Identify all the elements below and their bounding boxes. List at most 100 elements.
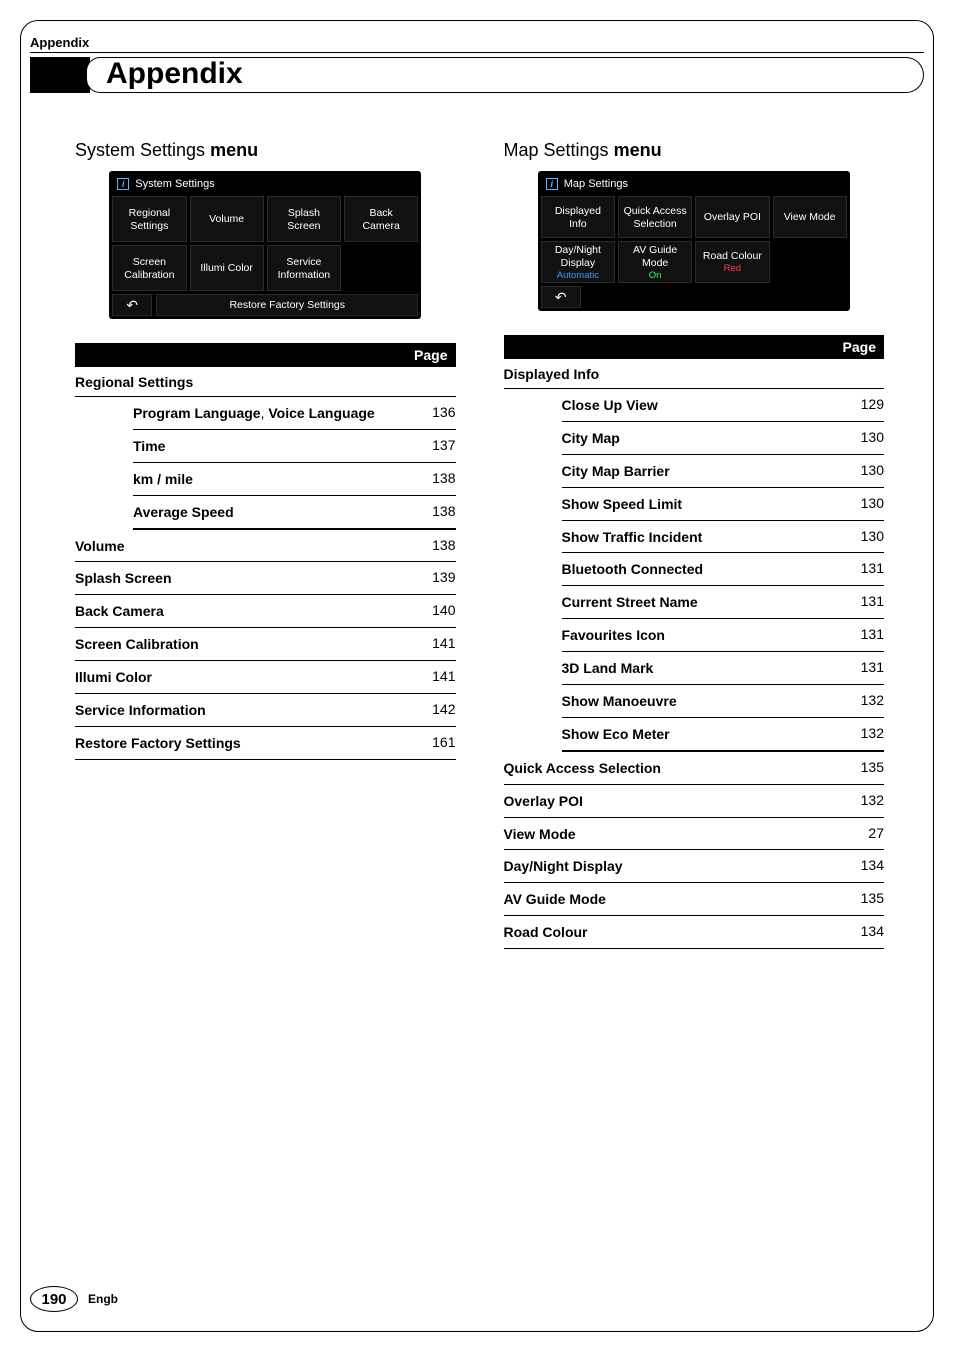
- screenshot-button: DisplayedInfo: [541, 196, 615, 238]
- screenshot-button: View Mode: [773, 196, 847, 238]
- screenshot-title: i System Settings: [109, 175, 421, 196]
- table-row: Current Street Name131: [562, 586, 885, 619]
- page-column-header: Page: [504, 335, 885, 359]
- table-row: Back Camera140: [75, 595, 456, 628]
- section-label: Appendix: [30, 35, 924, 53]
- title-cap-left: [86, 57, 100, 93]
- row-page: 130: [842, 462, 884, 478]
- chapter-title-row: Appendix: [30, 57, 924, 93]
- row-label: City Map: [562, 429, 843, 448]
- row-label: Service Information: [75, 701, 414, 720]
- row-page: 137: [414, 437, 456, 453]
- row-label: Splash Screen: [75, 569, 414, 588]
- footer-spacer: [585, 286, 847, 308]
- system-settings-heading: System Settings menu: [75, 140, 456, 161]
- row-page: 140: [414, 602, 456, 618]
- table-row: Restore Factory Settings161: [75, 727, 456, 760]
- restore-factory-button: Restore Factory Settings: [156, 294, 418, 316]
- row-label: Illumi Color: [75, 668, 414, 687]
- table-row: Close Up View129: [562, 389, 885, 422]
- row-label: Overlay POI: [504, 792, 843, 811]
- row-page: 141: [414, 635, 456, 651]
- row-page: 139: [414, 569, 456, 585]
- row-label: View Mode: [504, 825, 843, 844]
- heading-bold: menu: [210, 140, 258, 160]
- row-page: 131: [842, 560, 884, 576]
- screenshot-title-text: Map Settings: [564, 178, 628, 190]
- row-page: 131: [842, 593, 884, 609]
- row-label: Road Colour: [504, 923, 843, 942]
- language-code: Engb: [88, 1292, 118, 1306]
- row-label: km / mile: [133, 470, 414, 489]
- row-label: City Map Barrier: [562, 462, 843, 481]
- table-row: Program Language, Voice Language136: [133, 397, 456, 430]
- row-page: 132: [842, 792, 884, 808]
- row-page: 135: [842, 759, 884, 775]
- table-row: City Map130: [562, 422, 885, 455]
- row-page: 142: [414, 701, 456, 717]
- row-page: 134: [842, 857, 884, 873]
- row-page: 136: [414, 404, 456, 420]
- chapter-title: Appendix: [100, 57, 906, 93]
- table-row: AV Guide Mode135: [504, 883, 885, 916]
- row-label: Current Street Name: [562, 593, 843, 612]
- row-page: 138: [414, 503, 456, 519]
- row-page: 129: [842, 396, 884, 412]
- row-label: Close Up View: [562, 396, 843, 415]
- row-label: Day/Night Display: [504, 857, 843, 876]
- table-row: Splash Screen139: [75, 562, 456, 595]
- page-header: Appendix Appendix: [30, 35, 924, 93]
- screenshot-button: ScreenCalibration: [112, 245, 186, 291]
- table-row: km / mile138: [133, 463, 456, 496]
- row-page: 130: [842, 495, 884, 511]
- row-page: 130: [842, 528, 884, 544]
- table-row: Day/Night Display134: [504, 850, 885, 883]
- screenshot-button: Day/NightDisplayAutomatic: [541, 241, 615, 283]
- row-page: 130: [842, 429, 884, 445]
- screenshot-title: i Map Settings: [538, 175, 850, 196]
- table-row: Show Traffic Incident130: [562, 521, 885, 554]
- table-row: Show Eco Meter132: [562, 718, 885, 752]
- table-row: Average Speed138: [133, 496, 456, 530]
- row-page: 141: [414, 668, 456, 684]
- table-row: City Map Barrier130: [562, 455, 885, 488]
- row-page: 161: [414, 734, 456, 750]
- row-label: Quick Access Selection: [504, 759, 843, 778]
- screenshot-button: BackCamera: [344, 196, 418, 242]
- row-label: Show Eco Meter: [562, 725, 843, 744]
- row-label: Favourites Icon: [562, 626, 843, 645]
- back-icon: ↶: [112, 294, 152, 316]
- row-label: Bluetooth Connected: [562, 560, 843, 579]
- heading-plain: Map Settings: [504, 140, 614, 160]
- page-number: 190: [30, 1286, 78, 1312]
- row-page: 134: [842, 923, 884, 939]
- screenshot-button: Overlay POI: [695, 196, 769, 238]
- table-row: Show Manoeuvre132: [562, 685, 885, 718]
- table-row: Bluetooth Connected131: [562, 553, 885, 586]
- screenshot-button: Road ColourRed: [695, 241, 769, 283]
- table-row: Screen Calibration141: [75, 628, 456, 661]
- row-label: Show Traffic Incident: [562, 528, 843, 547]
- row-label: Program Language, Voice Language: [133, 404, 414, 423]
- table-group-head: Displayed Info: [504, 359, 885, 389]
- table-row: Time137: [133, 430, 456, 463]
- row-label: Restore Factory Settings: [75, 734, 414, 753]
- table-row: 3D Land Mark131: [562, 652, 885, 685]
- row-label: Back Camera: [75, 602, 414, 621]
- chapter-tab: [30, 57, 90, 93]
- row-label: Show Manoeuvre: [562, 692, 843, 711]
- table-row: Overlay POI132: [504, 785, 885, 818]
- info-icon: i: [117, 178, 129, 190]
- left-column: System Settings menu i System Settings R…: [75, 140, 456, 949]
- row-label: Average Speed: [133, 503, 414, 522]
- title-cap-right: [906, 57, 924, 93]
- row-label: Show Speed Limit: [562, 495, 843, 514]
- map-settings-heading: Map Settings menu: [504, 140, 885, 161]
- screenshot-button: Volume: [190, 196, 264, 242]
- table-row: Quick Access Selection135: [504, 752, 885, 785]
- row-page: 138: [414, 470, 456, 486]
- heading-plain: System Settings: [75, 140, 210, 160]
- table-row: View Mode27: [504, 818, 885, 851]
- row-page: 132: [842, 692, 884, 708]
- screenshot-button: AV GuideModeOn: [618, 241, 692, 283]
